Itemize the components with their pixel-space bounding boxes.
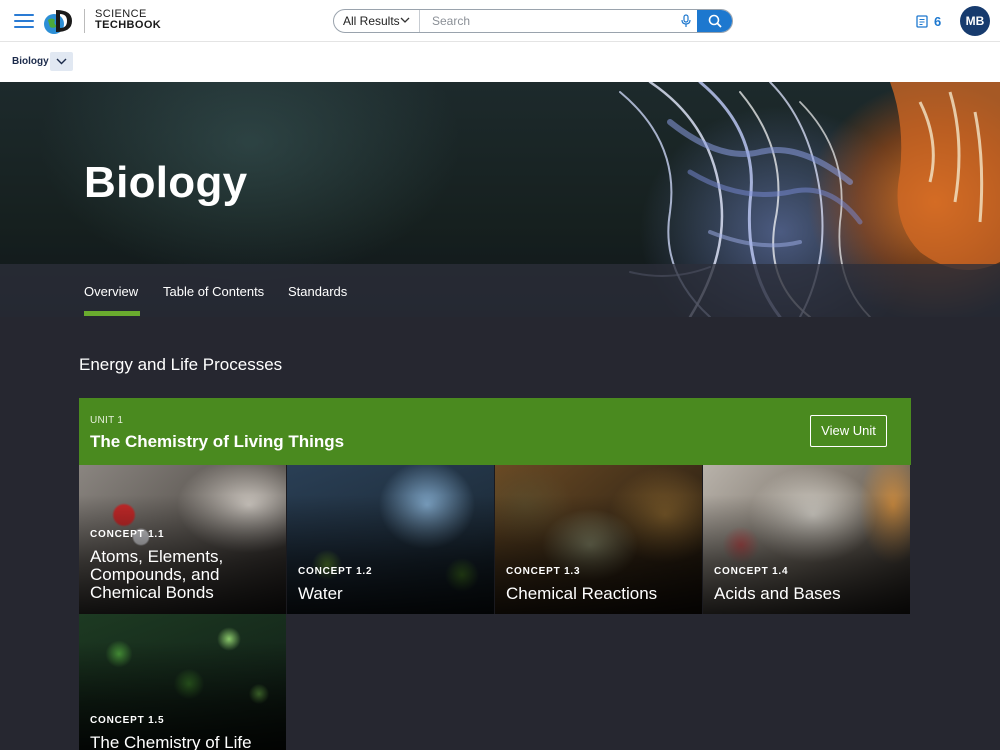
card-shade [79, 614, 286, 750]
concept-card-1-3[interactable]: CONCEPT 1.3 Chemical Reactions [495, 465, 702, 614]
unit-title[interactable]: The Chemistry of Living Things [90, 432, 344, 452]
search-input[interactable] [422, 10, 672, 32]
concept-card-1-4[interactable]: CONCEPT 1.4 Acids and Bases [703, 465, 910, 614]
tab-overview[interactable]: Overview [84, 284, 138, 299]
top-bar: SCIENCE TECHBOOK All Results 6 MB [0, 0, 1000, 42]
card-divider [702, 465, 703, 614]
breadcrumb-biology[interactable]: Biology [12, 56, 49, 67]
brand-name[interactable]: SCIENCE TECHBOOK [95, 9, 161, 31]
search-icon [708, 14, 722, 28]
concept-title: The Chemistry of Life [90, 733, 252, 750]
concept-label: CONCEPT 1.2 [298, 566, 373, 577]
hamburger-menu-icon[interactable] [14, 13, 34, 29]
concept-title: Atoms, Elements, Compounds, and Chemical… [90, 547, 224, 602]
unit-label: UNIT 1 [90, 415, 124, 426]
hero-banner: Biology Overview Table of Contents Stand… [0, 82, 1000, 317]
concept-card-1-1[interactable]: CONCEPT 1.1 Atoms, Elements, Compounds, … [79, 465, 286, 614]
notebook-icon [916, 14, 928, 28]
brand-line-2: TECHBOOK [95, 19, 162, 31]
unit-header: UNIT 1 The Chemistry of Living Things Vi… [79, 398, 911, 465]
chevron-down-icon [56, 58, 67, 65]
logo-divider [84, 9, 85, 33]
search-bar: All Results [333, 9, 733, 33]
section-title: Energy and Life Processes [79, 355, 283, 374]
concept-card-1-5[interactable]: CONCEPT 1.5 The Chemistry of Life [79, 614, 286, 750]
notes-count: 6 [934, 13, 942, 29]
view-unit-button[interactable]: View Unit [810, 415, 887, 447]
concept-title: Acids and Bases [714, 584, 841, 603]
concept-card-1-2[interactable]: CONCEPT 1.2 Water [287, 465, 494, 614]
card-divider [494, 465, 495, 614]
tab-bar: Overview Table of Contents Standards [0, 264, 1000, 317]
concept-label: CONCEPT 1.1 [90, 529, 165, 540]
concept-label: CONCEPT 1.5 [90, 715, 165, 726]
concept-title: Chemical Reactions [506, 584, 658, 603]
discovery-logo-icon[interactable] [42, 7, 78, 35]
concept-label: CONCEPT 1.3 [506, 566, 581, 577]
tab-table-of-contents[interactable]: Table of Contents [163, 284, 264, 299]
concept-label: CONCEPT 1.4 [714, 566, 789, 577]
card-divider [286, 465, 287, 614]
search-scope-dropdown[interactable]: All Results [334, 10, 420, 32]
breadcrumb-dropdown-button[interactable] [50, 52, 73, 71]
search-button[interactable] [697, 10, 732, 32]
breadcrumb-bar: Biology [0, 42, 1000, 82]
microphone-icon[interactable] [680, 14, 692, 28]
search-scope-label: All Results [343, 14, 400, 28]
user-avatar[interactable]: MB [960, 6, 990, 36]
notes-button[interactable]: 6 [916, 13, 941, 29]
tab-standards[interactable]: Standards [288, 284, 347, 299]
page-title: Biology [84, 158, 248, 207]
concept-title: Water [298, 584, 343, 603]
active-tab-indicator [84, 311, 140, 316]
chevron-down-icon [400, 17, 410, 23]
